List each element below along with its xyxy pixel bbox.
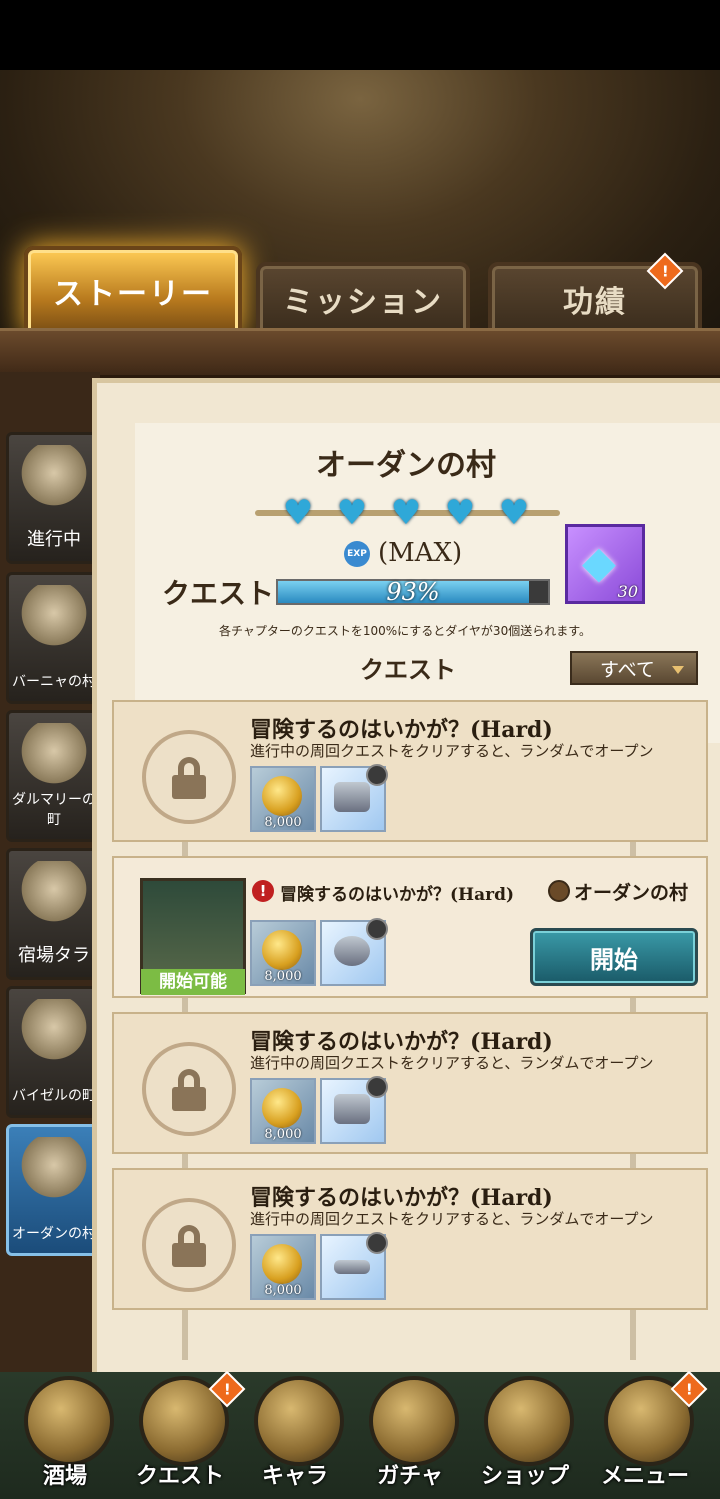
quest-progress-bar: 93% (276, 578, 550, 606)
heart-icon: ♥ (498, 493, 530, 533)
equipment-reward[interactable] (320, 764, 388, 832)
nav-tavern[interactable]: 酒場 (10, 1372, 120, 1499)
gold-coin-reward[interactable]: 8,000 (250, 1078, 316, 1144)
town-icon (21, 999, 87, 1069)
heart-icon: ♥ (282, 493, 314, 533)
nav-gacha[interactable]: ガチャ (355, 1372, 465, 1499)
necklace-icon (334, 936, 370, 966)
diamond-reward[interactable]: ◆ 30 (565, 524, 645, 604)
sidebar-item-baizel[interactable]: バイゼルの町 (6, 986, 102, 1118)
lock-icon (142, 1042, 236, 1136)
gold-coin-reward[interactable]: 8,000 (250, 766, 316, 832)
warning-icon: ! (252, 880, 274, 902)
lock-icon (142, 730, 236, 824)
coin-icon (262, 776, 302, 816)
quest-card-open[interactable]: 開始可能 ! 冒険するのはいかが？(Hard) オーダンの村 8,000 開始 (112, 856, 708, 998)
sidebar-item-odan[interactable]: オーダンの村 (6, 1124, 102, 1256)
heart-icon: ♥ (336, 493, 368, 533)
pig-icon (21, 445, 87, 515)
equipment-reward[interactable] (320, 1232, 388, 1300)
quest-thumbnail: 開始可能 (140, 878, 246, 995)
tavern-icon (24, 1376, 114, 1466)
shop-sign-icon (484, 1376, 574, 1466)
tab-mission[interactable]: ミッション (256, 262, 470, 336)
coin-icon (262, 1244, 302, 1284)
chevron-down-icon (672, 666, 684, 674)
equipment-reward[interactable] (320, 918, 388, 986)
village-icon (21, 585, 87, 655)
heart-icon: ♥ (444, 493, 476, 533)
start-button[interactable]: 開始 (530, 928, 698, 986)
belt-icon (334, 1260, 370, 1274)
earrings-icon (334, 1094, 370, 1124)
helmet-icon (254, 1376, 344, 1466)
level-text: (MAX) (378, 538, 463, 568)
quest-card-locked[interactable]: 冒険するのはいかが？(Hard) 進行中の周回クエストをクリアすると、ランダムで… (112, 1168, 708, 1310)
exp-heart-icon: EXP (344, 541, 370, 567)
bottom-navigation: 酒場 クエスト キャラ ガチャ ショップ メニュー (0, 1372, 720, 1499)
gear-icon (366, 764, 388, 786)
inn-icon (21, 861, 87, 931)
gold-coin-reward[interactable]: 8,000 (250, 920, 316, 986)
sidebar-item-in-progress[interactable]: 進行中 (6, 432, 102, 564)
location-icon (548, 880, 570, 902)
heart-rating: ♥ ♥ ♥ ♥ ♥ (255, 494, 560, 532)
equipment-reward[interactable] (320, 1076, 388, 1144)
coin-icon (262, 1088, 302, 1128)
gear-icon (366, 918, 388, 940)
sidebar-item-tara[interactable]: 宿場タラ (6, 848, 102, 980)
town-icon (21, 723, 87, 793)
quest-progress-label: クエスト (162, 577, 275, 610)
bracer-icon (334, 782, 370, 812)
gold-coin-reward[interactable]: 8,000 (250, 1234, 316, 1300)
coin-icon (262, 930, 302, 970)
quest-card-locked[interactable]: 冒険するのはいかが？(Hard) 進行中の周回クエストをクリアすると、ランダムで… (112, 700, 708, 842)
reward-note: 各チャプターのクエストを100%にするとダイヤが30個送られます。 (218, 624, 592, 638)
gear-icon (366, 1076, 388, 1098)
chapter-title: オーダンの村 (316, 448, 496, 483)
tab-story[interactable]: ストーリー (24, 246, 242, 336)
sidebar-item-dalmary[interactable]: ダルマリーの町 (6, 710, 102, 842)
gear-icon (366, 1232, 388, 1254)
nav-shop[interactable]: ショップ (470, 1372, 580, 1499)
shelf-divider (0, 328, 720, 378)
quest-card-locked[interactable]: 冒険するのはいかが？(Hard) 進行中の周回クエストをクリアすると、ランダムで… (112, 1012, 708, 1154)
diamond-icon: ◆ (582, 537, 616, 588)
heart-icon: ♥ (390, 493, 422, 533)
windmill-icon (21, 1137, 87, 1207)
quest-section-title: クエスト (360, 655, 456, 684)
nav-character[interactable]: キャラ (240, 1372, 350, 1499)
crystal-icon (369, 1376, 459, 1466)
lock-icon (142, 1198, 236, 1292)
quest-filter-dropdown[interactable]: すべて (570, 651, 698, 685)
